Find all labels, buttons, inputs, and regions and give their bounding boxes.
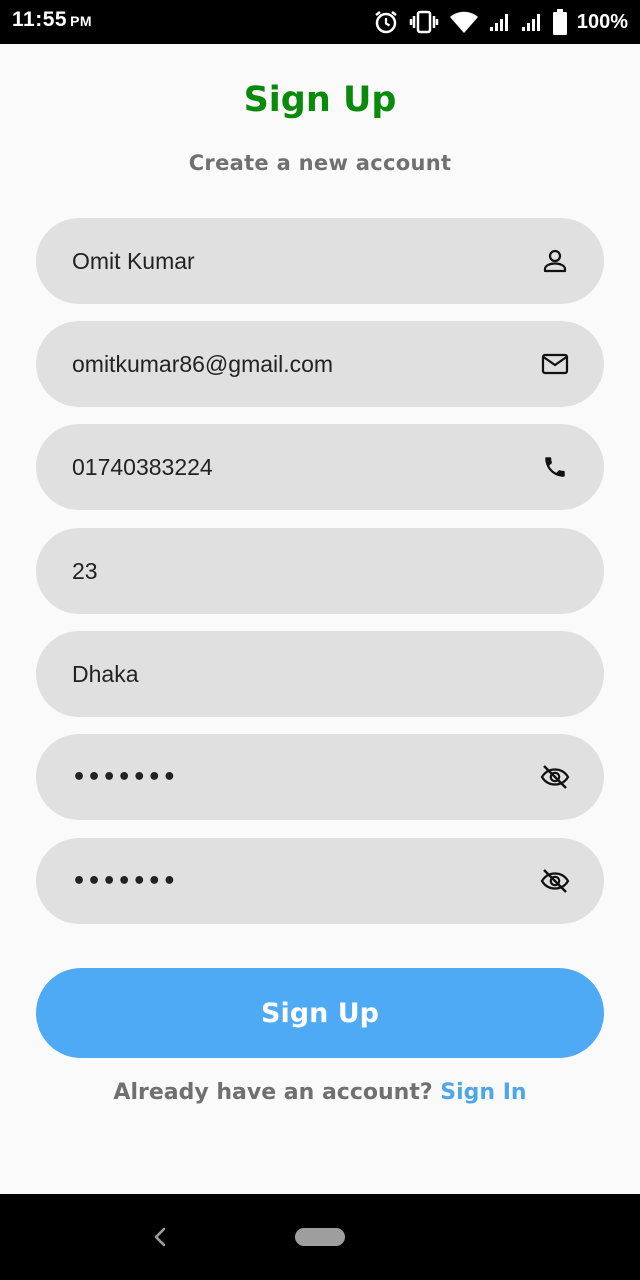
- status-bar: 11:55 PM 100%: [0, 0, 640, 44]
- phone-icon: [540, 452, 570, 482]
- name-field[interactable]: [36, 218, 604, 304]
- age-input[interactable]: [72, 551, 568, 591]
- person-icon: [540, 246, 570, 276]
- status-time: 11:55 PM: [12, 8, 92, 32]
- alarm-icon: [373, 9, 399, 35]
- sign-up-button[interactable]: Sign Up: [36, 968, 604, 1058]
- wifi-icon: [449, 10, 479, 34]
- visibility-off-icon[interactable]: [540, 866, 570, 896]
- battery-percentage: 100%: [576, 10, 628, 33]
- battery-icon: [552, 9, 567, 35]
- status-ampm: PM: [70, 13, 93, 29]
- email-input[interactable]: [72, 344, 540, 384]
- sign-in-prompt-line: Already have an account? Sign In: [0, 1080, 640, 1105]
- sign-in-link[interactable]: Sign In: [440, 1080, 526, 1105]
- city-input[interactable]: [72, 654, 568, 694]
- confirm-password-input[interactable]: •••••••: [72, 869, 540, 894]
- password-input[interactable]: •••••••: [72, 765, 540, 790]
- phone-field[interactable]: [36, 424, 604, 510]
- name-input[interactable]: [72, 241, 540, 281]
- signal-icon: [489, 12, 511, 32]
- city-field[interactable]: [36, 631, 604, 717]
- page-title: Sign Up: [243, 80, 397, 120]
- age-field[interactable]: [36, 528, 604, 614]
- home-button[interactable]: [295, 1228, 345, 1246]
- vibrate-icon: [409, 10, 439, 34]
- page-subtitle: Create a new account: [188, 151, 452, 175]
- status-time-value: 11:55: [12, 8, 68, 31]
- back-icon[interactable]: [148, 1224, 172, 1250]
- email-field[interactable]: [36, 321, 604, 407]
- visibility-off-icon[interactable]: [540, 762, 570, 792]
- signal-icon: [521, 12, 543, 32]
- status-icons: 100%: [373, 0, 628, 44]
- password-field[interactable]: •••••••: [36, 734, 604, 820]
- sign-in-prompt: Already have an account?: [113, 1080, 433, 1105]
- mail-icon: [540, 349, 570, 379]
- phone-input[interactable]: [72, 447, 540, 487]
- confirm-password-field[interactable]: •••••••: [36, 838, 604, 924]
